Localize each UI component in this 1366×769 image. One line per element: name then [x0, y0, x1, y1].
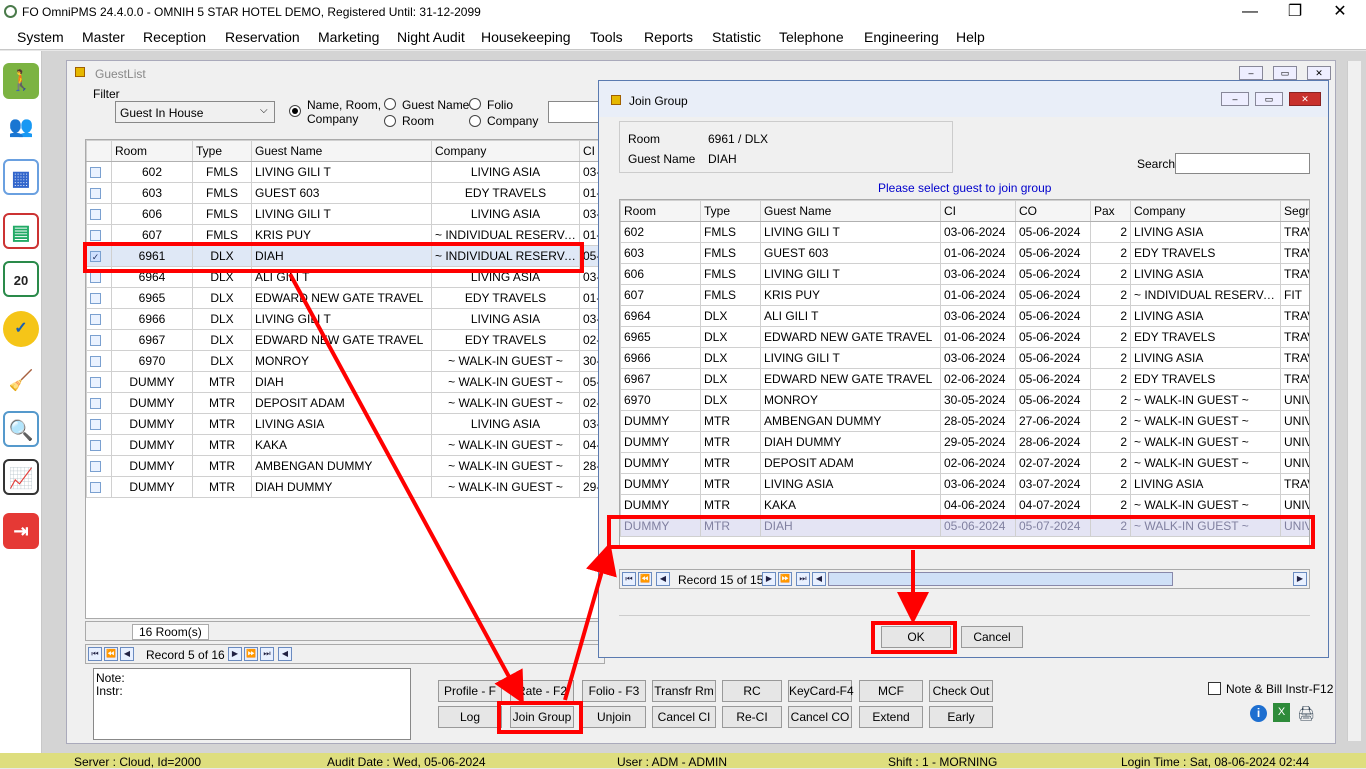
- arrow-to-join-group: [288, 273, 524, 705]
- status-login-time: Login Time : Sat, 08-06-2024 02:44: [1121, 755, 1310, 769]
- status-server: Server : Cloud, Id=2000: [74, 755, 202, 769]
- status-audit-date: Audit Date : Wed, 05-06-2024: [327, 755, 486, 769]
- status-user: User : ADM - ADMIN: [617, 755, 728, 769]
- arrow-to-target-guest: [563, 542, 617, 701]
- status-bar: Server : Cloud, Id=2000 Audit Date : Wed…: [0, 753, 1366, 769]
- annotation-arrows: [288, 273, 929, 705]
- status-shift: Shift : 1 - MORNING: [888, 755, 998, 769]
